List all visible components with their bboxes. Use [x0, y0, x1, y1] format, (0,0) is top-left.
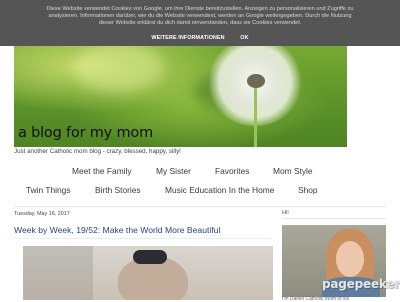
more-info-button[interactable]: WEITERE INFORMATIONEN	[151, 35, 224, 41]
content-divider	[14, 206, 386, 207]
nav-item-music-education[interactable]: Music Education In the Home	[165, 185, 274, 195]
nav-item-shop[interactable]: Shop	[298, 185, 318, 195]
nav-item-birth-stories[interactable]: Birth Stories	[95, 185, 141, 195]
post-image-shadow	[23, 246, 93, 300]
dandelion-core	[247, 74, 265, 88]
nav-item-mom-style[interactable]: Mom Style	[273, 166, 313, 176]
nav-item-meet-the-family[interactable]: Meet the Family	[72, 166, 132, 176]
sidebar-caption: I'm Daniel Catholic mom of six	[282, 296, 350, 302]
post-title-link[interactable]: Week by Week, 19/52: Make the World More…	[14, 225, 220, 235]
post-image-bow	[133, 250, 167, 264]
nav-item-favorites[interactable]: Favorites	[215, 166, 249, 176]
sidebar-divider	[282, 218, 386, 219]
nav-item-my-sister[interactable]: My Sister	[156, 166, 191, 176]
header-bokeh	[74, 42, 164, 92]
pagepeeker-watermark: pagepeeker	[322, 277, 400, 291]
post-image[interactable]	[23, 246, 273, 300]
nav-item-twin-things[interactable]: Twin Things	[26, 185, 71, 195]
author-photo-face	[336, 241, 364, 277]
cookie-notice-text: Diese Website verwendet Cookies von Goog…	[46, 6, 354, 26]
ok-button[interactable]: OK	[240, 35, 248, 41]
cookie-consent-banner: Diese Website verwendet Cookies von Goog…	[0, 0, 400, 46]
header-banner-image[interactable]: a blog for my mom	[14, 32, 347, 147]
dandelion-stem	[254, 88, 257, 147]
blog-title[interactable]: a blog for my mom	[18, 125, 153, 141]
blog-tagline: Just another Catholic mom blog - crazy, …	[14, 148, 181, 155]
sidebar-heading: Hi!	[282, 210, 289, 216]
post-date: Tuesday, May 16, 2017	[14, 211, 70, 217]
cookie-actions: WEITERE INFORMATIONEN OK	[0, 35, 400, 41]
post-title-divider	[14, 238, 271, 239]
